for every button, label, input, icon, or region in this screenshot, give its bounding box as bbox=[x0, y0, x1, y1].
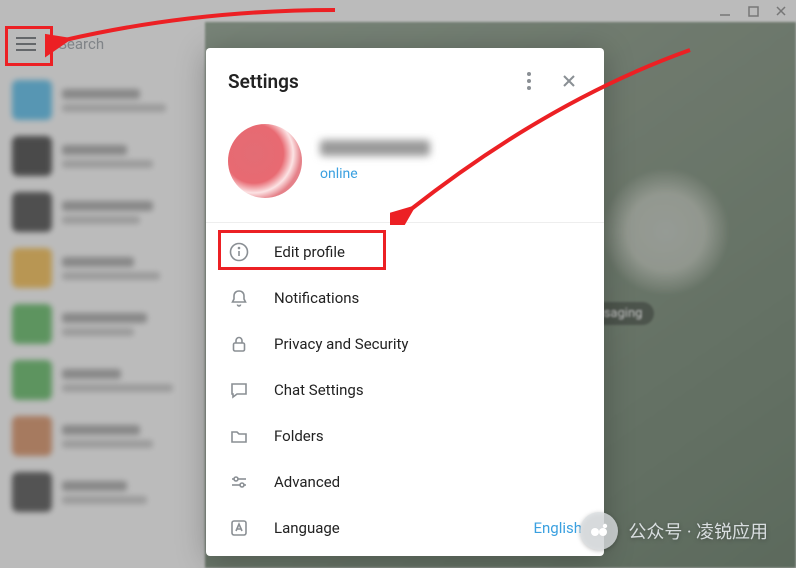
menu-item-chat-settings[interactable]: Chat Settings bbox=[206, 367, 604, 413]
info-icon bbox=[228, 241, 250, 263]
profile-name bbox=[320, 140, 430, 156]
app-window: Search ssaging Settings bbox=[0, 0, 796, 568]
settings-menu: Edit profile Notifications Privacy and S… bbox=[206, 223, 604, 556]
watermark: 公众号 · 凌锐应用 bbox=[580, 512, 768, 550]
window-controls bbox=[718, 4, 788, 18]
settings-panel: Settings online Edit profile bbox=[206, 48, 604, 556]
profile-section[interactable]: online bbox=[206, 110, 604, 223]
avatar bbox=[228, 124, 302, 198]
more-menu-icon[interactable] bbox=[514, 66, 544, 96]
menu-label: Folders bbox=[274, 427, 582, 445]
menu-label: Chat Settings bbox=[274, 381, 582, 399]
settings-header: Settings bbox=[206, 48, 604, 110]
profile-info: online bbox=[320, 140, 430, 182]
menu-item-notifications[interactable]: Notifications bbox=[206, 275, 604, 321]
close-icon[interactable] bbox=[554, 66, 584, 96]
window-maximize[interactable] bbox=[746, 4, 760, 18]
settings-title: Settings bbox=[228, 70, 514, 93]
lock-icon bbox=[228, 333, 250, 355]
language-icon bbox=[228, 517, 250, 539]
menu-value: English bbox=[533, 519, 582, 537]
menu-item-privacy[interactable]: Privacy and Security bbox=[206, 321, 604, 367]
profile-status: online bbox=[320, 166, 430, 182]
sliders-icon bbox=[228, 471, 250, 493]
menu-item-edit-profile[interactable]: Edit profile bbox=[206, 229, 604, 275]
menu-label: Notifications bbox=[274, 289, 582, 307]
menu-label: Privacy and Security bbox=[274, 335, 582, 353]
window-minimize[interactable] bbox=[718, 4, 732, 18]
menu-label: Language bbox=[274, 519, 509, 537]
menu-label: Edit profile bbox=[274, 243, 582, 261]
bell-icon bbox=[228, 287, 250, 309]
watermark-icon bbox=[580, 512, 618, 550]
menu-item-folders[interactable]: Folders bbox=[206, 413, 604, 459]
menu-item-advanced[interactable]: Advanced bbox=[206, 459, 604, 505]
menu-item-language[interactable]: Language English bbox=[206, 505, 604, 551]
watermark-text: 公众号 · 凌锐应用 bbox=[628, 518, 768, 544]
folder-icon bbox=[228, 425, 250, 447]
window-close[interactable] bbox=[774, 4, 788, 18]
chat-icon bbox=[228, 379, 250, 401]
menu-label: Advanced bbox=[274, 473, 582, 491]
